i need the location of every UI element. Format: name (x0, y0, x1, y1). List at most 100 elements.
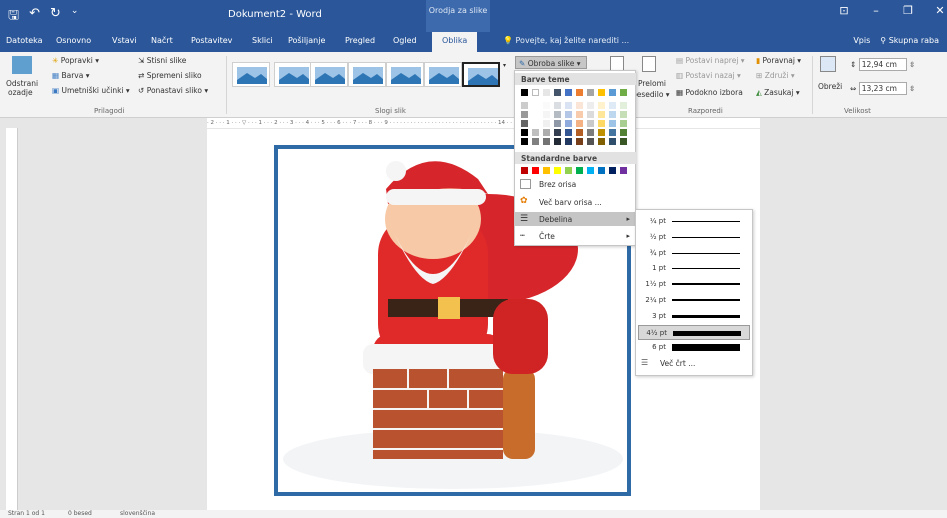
theme-color-swatch[interactable] (521, 129, 528, 136)
tab-home[interactable]: Osnovno (56, 36, 91, 45)
theme-color-swatch[interactable] (543, 120, 550, 127)
theme-color-swatch[interactable] (521, 138, 528, 145)
theme-color-swatch[interactable] (521, 120, 528, 127)
theme-color-swatch[interactable] (609, 111, 616, 118)
standard-color-swatch[interactable] (587, 167, 594, 174)
wrap-text-label[interactable]: Prelomi (638, 79, 666, 88)
undo-icon[interactable]: ↶ (29, 6, 40, 28)
theme-color-swatch[interactable] (587, 138, 594, 145)
theme-color-swatch[interactable] (576, 102, 583, 109)
selection-pane-button[interactable]: ▦ Podokno izbora (676, 88, 743, 97)
tab-insert[interactable]: Vstavi (112, 36, 137, 45)
weight-option[interactable]: 1½ pt (638, 277, 750, 292)
theme-color-swatch[interactable] (576, 111, 583, 118)
theme-color-swatch[interactable] (587, 89, 594, 96)
reset-picture-button[interactable]: ↺ Ponastavi sliko ▾ (138, 86, 208, 95)
tell-me-box[interactable]: 💡 Povejte, kaj želite narediti ... (503, 36, 629, 45)
group-button[interactable]: ⊞ Združi ▾ (756, 71, 795, 80)
tab-mailings[interactable]: Pošiljanje (288, 36, 325, 45)
ribbon-display-icon[interactable]: ⊡ (828, 4, 860, 17)
theme-color-swatch[interactable] (609, 120, 616, 127)
theme-color-swatch[interactable] (543, 102, 550, 109)
theme-color-swatch[interactable] (532, 102, 539, 109)
standard-color-swatch[interactable] (532, 167, 539, 174)
theme-color-swatch[interactable] (598, 120, 605, 127)
theme-color-swatch[interactable] (554, 138, 561, 145)
tab-file[interactable]: Datoteka (6, 36, 43, 45)
weight-option[interactable]: ½ pt (638, 230, 750, 245)
theme-color-swatch[interactable] (587, 102, 594, 109)
bring-forward-button[interactable]: ▤ Postavi naprej ▾ (676, 56, 745, 65)
theme-color-swatch[interactable] (598, 89, 605, 96)
theme-color-swatch[interactable] (576, 89, 583, 96)
theme-color-swatch[interactable] (587, 120, 594, 127)
theme-color-swatch[interactable] (598, 129, 605, 136)
theme-color-swatch[interactable] (587, 111, 594, 118)
rotate-button[interactable]: ◭ Zasukaj ▾ (756, 88, 800, 97)
minimize-icon[interactable]: – (860, 4, 892, 17)
standard-color-swatch[interactable] (521, 167, 528, 174)
theme-color-swatch[interactable] (554, 120, 561, 127)
theme-color-swatch[interactable] (543, 129, 550, 136)
artistic-effects-button[interactable]: ▣ Umetniški učinki ▾ (52, 86, 130, 95)
theme-color-swatch[interactable] (565, 102, 572, 109)
picture-style-7[interactable] (462, 62, 500, 87)
tab-references[interactable]: Sklici (252, 36, 273, 45)
signin-link[interactable]: Vpis (853, 36, 870, 45)
close-icon[interactable]: ✕ (924, 4, 947, 17)
theme-color-swatch[interactable] (620, 129, 627, 136)
standard-color-swatch[interactable] (565, 167, 572, 174)
more-lines-item[interactable]: ☰ Več črt ... (636, 356, 752, 370)
theme-color-swatch[interactable] (554, 129, 561, 136)
word-count[interactable]: 0 besed (68, 510, 92, 517)
theme-color-swatch[interactable] (565, 120, 572, 127)
theme-color-swatch[interactable] (554, 111, 561, 118)
theme-color-swatch[interactable] (565, 89, 572, 96)
theme-color-swatch[interactable] (543, 89, 550, 96)
theme-color-swatch[interactable] (532, 120, 539, 127)
weight-option[interactable]: 6 pt (638, 340, 750, 355)
theme-color-swatch[interactable] (620, 102, 627, 109)
theme-color-swatch[interactable] (620, 120, 627, 127)
theme-color-swatch[interactable] (565, 111, 572, 118)
remove-bg-label-2[interactable]: ozadje (8, 88, 33, 97)
redo-icon[interactable]: ↻ (50, 6, 61, 28)
theme-color-swatch[interactable] (532, 138, 539, 145)
share-button[interactable]: ⚲ Skupna raba (880, 36, 939, 45)
theme-color-swatch[interactable] (598, 138, 605, 145)
theme-color-swatch[interactable] (554, 89, 561, 96)
wrap-text-label-2[interactable]: besedilo ▾ (632, 90, 670, 99)
align-button[interactable]: ▮ Poravnaj ▾ (756, 56, 801, 65)
tab-design[interactable]: Načrt (151, 36, 173, 45)
theme-color-swatch[interactable] (598, 102, 605, 109)
picture-border-button[interactable]: ✎ Obroba slike ▾ (515, 56, 587, 69)
theme-color-swatch[interactable] (587, 129, 594, 136)
theme-color-swatch[interactable] (598, 111, 605, 118)
color-button[interactable]: ▦ Barva ▾ (52, 71, 90, 80)
weight-option[interactable]: ¼ pt (638, 214, 750, 229)
theme-color-swatch[interactable] (609, 129, 616, 136)
weight-item[interactable]: ☰ Debelina ▸ (515, 212, 636, 226)
restore-icon[interactable]: ❐ (892, 4, 924, 17)
tab-format[interactable]: Oblika (432, 32, 478, 52)
picture-style-5[interactable] (386, 62, 424, 87)
theme-color-swatch[interactable] (521, 111, 528, 118)
weight-option[interactable]: ¾ pt (638, 246, 750, 261)
height-spinner[interactable]: ⇳ (909, 60, 915, 69)
picture-style-4[interactable] (348, 62, 386, 87)
theme-color-swatch[interactable] (532, 111, 539, 118)
change-picture-button[interactable]: ⇄ Spremeni sliko (138, 71, 202, 80)
width-input[interactable]: 13,23 cm (858, 82, 907, 95)
weight-option[interactable]: 4½ pt (638, 324, 750, 340)
standard-color-swatch[interactable] (609, 167, 616, 174)
remove-background-icon[interactable] (12, 56, 32, 74)
page-count[interactable]: Stran 1 od 1 (8, 510, 45, 517)
gallery-scroll-icon[interactable]: ▾ (503, 62, 506, 69)
no-outline-item[interactable]: Brez orisa (515, 177, 636, 191)
width-spinner[interactable]: ⇳ (909, 84, 915, 93)
theme-color-swatch[interactable] (609, 138, 616, 145)
crop-label[interactable]: Obreži (818, 82, 842, 91)
send-backward-button[interactable]: ▥ Postavi nazaj ▾ (676, 71, 741, 80)
save-icon[interactable]: 🖫 (8, 6, 19, 28)
theme-color-swatch[interactable] (543, 111, 550, 118)
